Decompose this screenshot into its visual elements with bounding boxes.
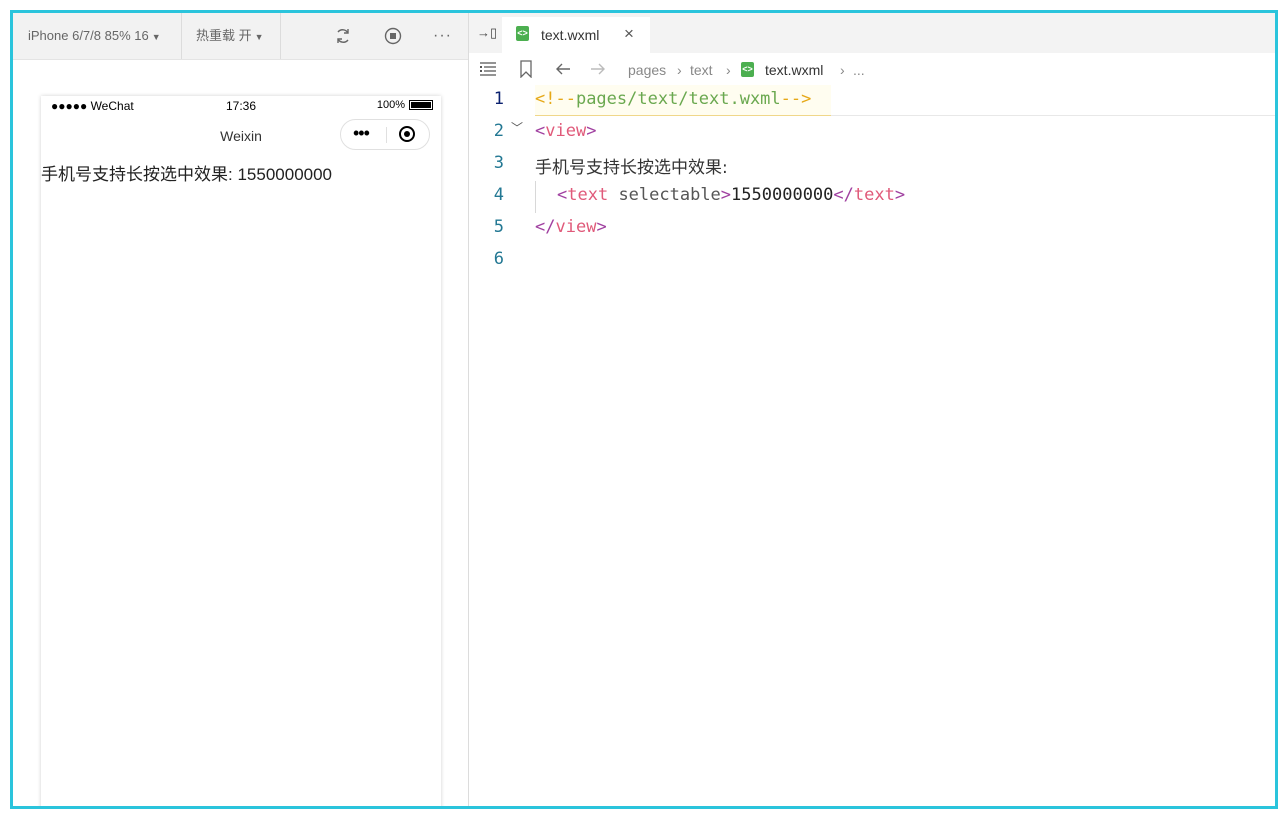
close-miniprogram-icon[interactable] — [399, 126, 415, 142]
toolbar-divider — [280, 13, 281, 59]
forward-arrow-icon[interactable] — [589, 61, 607, 77]
line-number: 4 — [493, 185, 504, 205]
menu-capsule[interactable]: ••• — [340, 119, 430, 150]
code-editor: →▯ <> text.wxml × pages › text › <> text… — [469, 13, 1275, 806]
tag-name: view — [555, 217, 597, 237]
code-line: 1 <!--pages/text/text.wxml--> — [469, 85, 1275, 117]
line-number: 6 — [493, 249, 504, 269]
code-line: 6 — [469, 245, 1275, 277]
line-content: <!--pages/text/text.wxml--> — [535, 89, 811, 109]
app-window: iPhone 6/7/8 85% 16 ▼ 热重载 开 ▼ ··· ●●●●● We… — [10, 10, 1278, 809]
bracket: > — [894, 185, 906, 205]
simulator-toolbar: iPhone 6/7/8 85% 16 ▼ 热重载 开 ▼ ··· — [13, 13, 468, 60]
phone-screen: ●●●●● WeChat 17:36 100% Weixin ••• 手机号支持… — [41, 96, 441, 806]
line-content: <text selectable>1550000000</text> — [557, 185, 905, 205]
more-dots-icon[interactable]: ••• — [353, 124, 370, 142]
line-number: 1 — [493, 89, 504, 109]
breadcrumb: pages › text › <> text.wxml › ... — [469, 53, 1275, 85]
hot-reload-label: 热重载 开 — [196, 28, 252, 43]
indent-guide — [535, 181, 536, 213]
tab-strip: →▯ <> text.wxml × — [469, 13, 1275, 53]
collapse-sidebar-icon[interactable]: →▯ — [477, 25, 497, 41]
code-line: 2 ﹀ <view> — [469, 117, 1275, 149]
current-line-highlight — [831, 85, 1275, 116]
tab-text-wxml[interactable]: <> text.wxml × — [502, 17, 650, 53]
chevron-right-icon: › — [840, 62, 845, 78]
attribute: selectable — [608, 185, 721, 205]
chevron-down-icon: ▼ — [151, 32, 161, 42]
bracket: > — [596, 217, 607, 237]
comment-close: --> — [780, 89, 812, 109]
device-select[interactable]: iPhone 6/7/8 85% 16 ▼ — [28, 13, 161, 59]
phone-label: 手机号支持长按选中效果: — [41, 165, 233, 184]
close-icon[interactable]: × — [624, 24, 634, 44]
bracket: < — [557, 185, 568, 205]
breadcrumb-item[interactable]: text — [690, 62, 713, 78]
bracket: < — [535, 121, 546, 141]
tab-label: text.wxml — [541, 27, 600, 43]
tag-name: text — [567, 185, 609, 205]
wxml-file-icon: <> — [741, 62, 754, 77]
battery-status: 100% — [377, 99, 433, 111]
line-number: 5 — [493, 217, 504, 237]
comment-body: pages/text/text.wxml — [575, 89, 781, 109]
chevron-right-icon: › — [677, 62, 682, 78]
outline-list-icon[interactable] — [479, 61, 497, 77]
code-line: 5 </view> — [469, 213, 1275, 245]
wxml-file-icon: <> — [516, 26, 529, 41]
back-arrow-icon[interactable] — [554, 61, 572, 77]
line-number: 3 — [493, 153, 504, 173]
capsule-divider — [386, 127, 387, 143]
device-select-label: iPhone 6/7/8 85% 16 — [28, 28, 149, 43]
text-value: 1550000000 — [731, 185, 834, 205]
comment-open: <!-- — [535, 89, 576, 109]
refresh-icon[interactable] — [334, 27, 352, 45]
bookmark-icon[interactable] — [519, 60, 533, 78]
simulator-area: ●●●●● WeChat 17:36 100% Weixin ••• 手机号支持… — [13, 60, 468, 806]
bracket: </ — [535, 217, 556, 237]
toolbar-divider — [181, 13, 182, 59]
code-line: 3 手机号支持长按选中效果: — [469, 149, 1275, 181]
code-line: 4 <text selectable>1550000000</text> — [469, 181, 1275, 213]
more-options-button[interactable]: ··· — [433, 13, 452, 59]
battery-icon — [409, 100, 433, 111]
line-content: </view> — [535, 217, 607, 237]
battery-percent: 100% — [376, 99, 405, 111]
status-bar: ●●●●● WeChat 17:36 100% — [41, 96, 441, 116]
breadcrumb-item[interactable]: ... — [853, 62, 865, 78]
breadcrumb-item[interactable]: text.wxml — [765, 62, 823, 78]
breadcrumb-item[interactable]: pages — [628, 62, 666, 78]
phone-number-selectable[interactable]: 1550000000 — [237, 165, 332, 184]
line-number: 2 — [493, 121, 504, 141]
bracket: > — [720, 185, 732, 205]
chevron-right-icon: › — [726, 62, 731, 78]
page-text: 手机号支持长按选中效果: 1550000000 — [41, 160, 332, 185]
navigation-bar: Weixin ••• — [41, 116, 441, 156]
tag-name: text — [853, 185, 895, 205]
tag-name: view — [545, 121, 587, 141]
line-content: <view> — [535, 121, 596, 141]
chevron-down-icon: ▼ — [254, 32, 264, 42]
stop-icon[interactable] — [384, 27, 402, 45]
fold-chevron-icon[interactable]: ﹀ — [511, 119, 523, 136]
bracket: > — [586, 121, 597, 141]
hot-reload-toggle[interactable]: 热重载 开 ▼ — [196, 13, 264, 59]
bracket: </ — [833, 185, 854, 205]
line-content: 手机号支持长按选中效果: — [535, 158, 728, 178]
